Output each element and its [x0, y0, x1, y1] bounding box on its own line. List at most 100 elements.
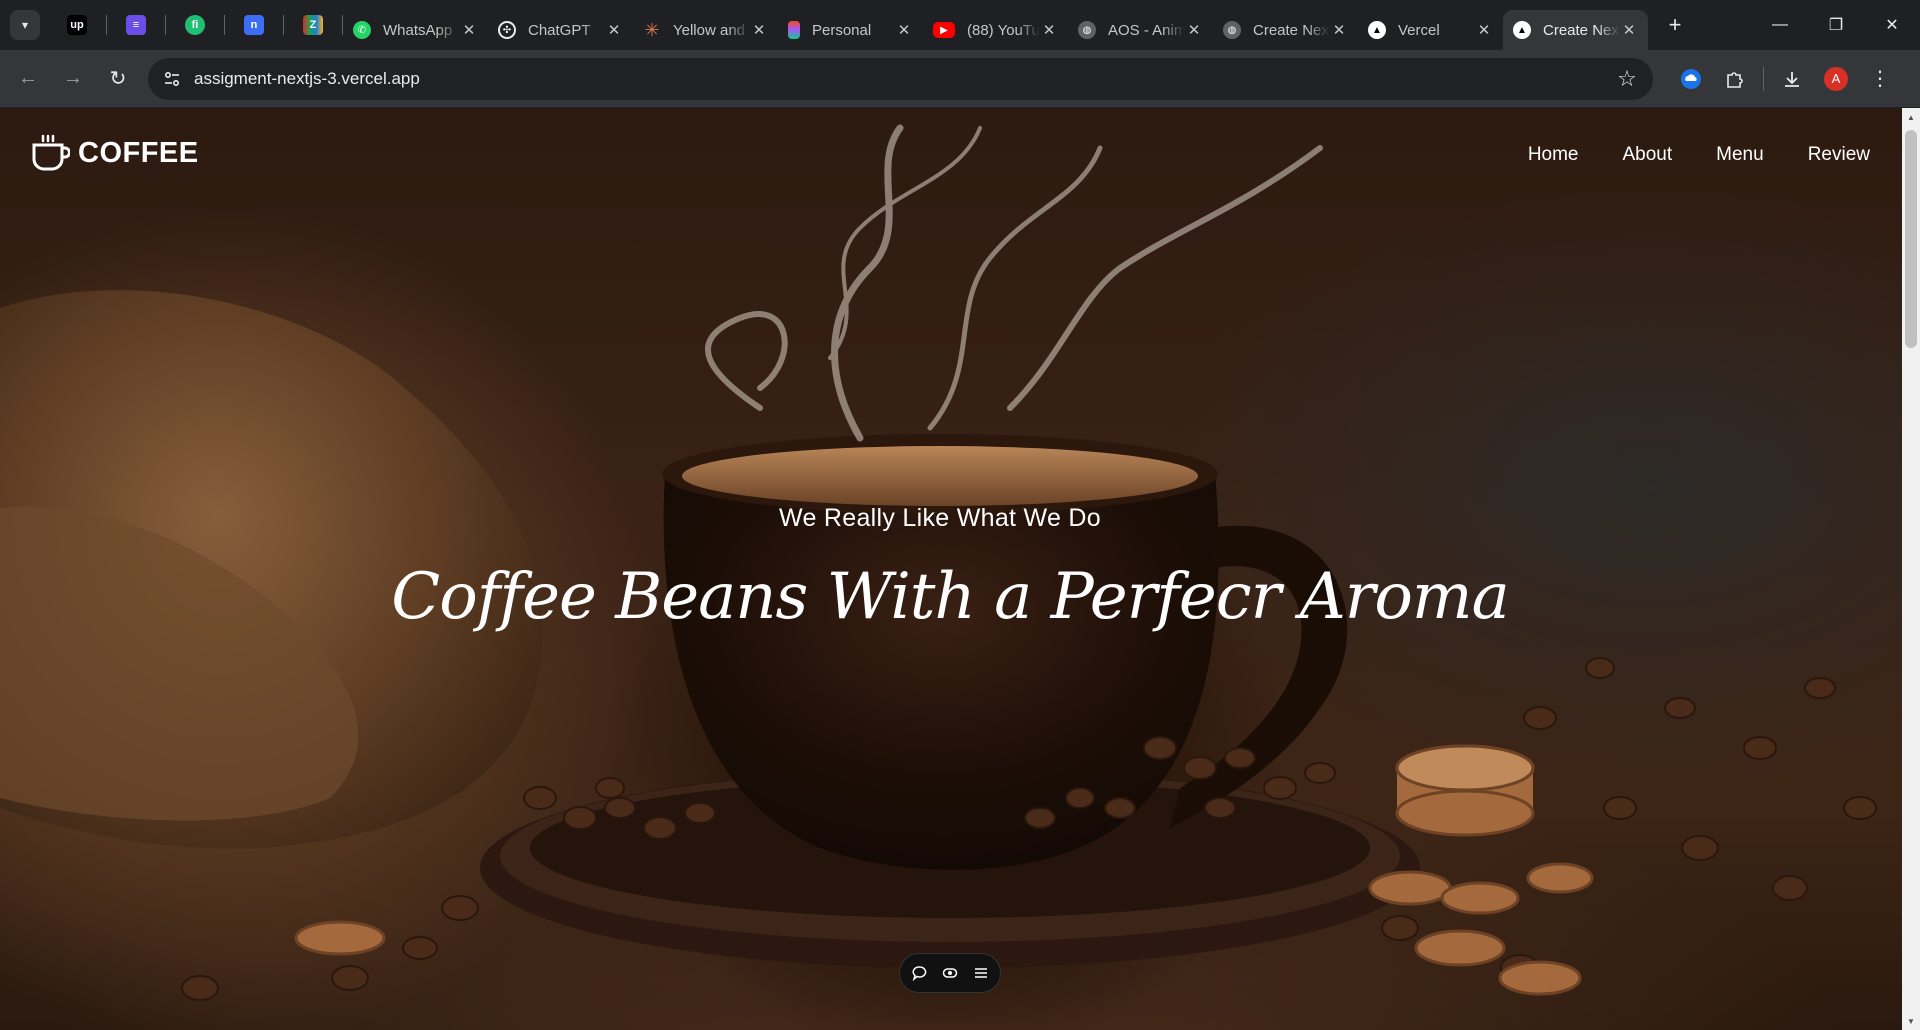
- pinned-tab[interactable]: fi: [166, 8, 224, 42]
- tab-title: (88) YouTube: [967, 21, 1040, 39]
- close-icon[interactable]: ✕: [460, 21, 478, 39]
- reload-icon: ↻: [109, 68, 127, 90]
- eye-icon[interactable]: [939, 962, 961, 984]
- close-icon[interactable]: ✕: [605, 21, 623, 39]
- pinned-tab[interactable]: ≡: [107, 8, 165, 42]
- toolbar-separator: [1763, 66, 1764, 91]
- youtube-icon: ▶: [933, 22, 955, 38]
- list-app-icon: ≡: [126, 15, 146, 35]
- restore-button[interactable]: ❐: [1808, 0, 1864, 50]
- site-info-button[interactable]: [152, 59, 192, 99]
- scroll-down-icon[interactable]: ▼: [1902, 1012, 1920, 1030]
- nav-link-about[interactable]: About: [1623, 144, 1673, 166]
- tab-whatsapp[interactable]: ✆ WhatsApp ✕: [343, 10, 488, 50]
- download-icon: [1785, 71, 1799, 87]
- tab-figma[interactable]: Personal ✕: [778, 10, 923, 50]
- close-icon[interactable]: ✕: [1185, 21, 1203, 39]
- pinned-tab[interactable]: n: [225, 8, 283, 42]
- bookmark-button[interactable]: ☆: [1607, 59, 1647, 99]
- tab-title: AOS - Animate: [1108, 21, 1185, 39]
- vercel-icon: ▲: [1368, 21, 1386, 39]
- pinned-tabs: up ≡ fi n Z: [48, 8, 343, 42]
- tab-title: Yellow and: [673, 21, 746, 39]
- arrow-right-icon: →: [63, 67, 83, 89]
- reload-button[interactable]: ↻: [98, 59, 138, 99]
- tab-title: Personal: [812, 21, 872, 39]
- whatsapp-icon: ✆: [353, 21, 371, 39]
- globe-icon: ◍: [1078, 21, 1096, 39]
- globe-icon: ◍: [1223, 21, 1241, 39]
- page-scrollbar[interactable]: ▲ ▼: [1902, 108, 1920, 1030]
- tab-title: Create Next App: [1253, 21, 1330, 39]
- site-header: COFFEE Home About Menu Review: [0, 108, 1902, 188]
- tab-strip: ▾ up ≡ fi n Z ✆ WhatsApp ✕ ✣ ChatGPT ✕ ✳…: [0, 0, 1920, 50]
- close-icon[interactable]: ✕: [1330, 21, 1348, 39]
- site-logo[interactable]: COFFEE: [30, 133, 199, 173]
- plus-icon: +: [1668, 12, 1682, 37]
- close-icon[interactable]: ✕: [1620, 21, 1638, 39]
- arrow-left-icon: ←: [18, 67, 38, 89]
- tab-chatgpt[interactable]: ✣ ChatGPT ✕: [488, 10, 633, 50]
- tab-list: ✆ WhatsApp ✕ ✣ ChatGPT ✕ ✳ Yellow and ✕ …: [343, 0, 1648, 50]
- hero-title: Coffee Beans With a Perfecr Aroma: [391, 560, 1510, 634]
- page-viewport: COFFEE Home About Menu Review We Really …: [0, 108, 1902, 1030]
- nav-link-home[interactable]: Home: [1528, 144, 1579, 166]
- n-app-icon: n: [244, 15, 264, 35]
- restore-icon: ❐: [1828, 17, 1844, 34]
- menu-icon[interactable]: [970, 962, 992, 984]
- tab-title: Vercel: [1398, 21, 1440, 39]
- profile-button[interactable]: A: [1814, 59, 1858, 99]
- back-button[interactable]: ←: [8, 59, 48, 99]
- nav-link-review[interactable]: Review: [1808, 144, 1870, 166]
- star-icon: ☆: [1617, 65, 1637, 91]
- url-text[interactable]: assigment-nextjs-3.vercel.app: [194, 69, 1607, 89]
- comment-icon[interactable]: [909, 962, 931, 984]
- browser-toolbar: ← → ↻ assigment-nextjs-3.vercel.app ☆ A …: [0, 50, 1920, 108]
- tab-create-next-app[interactable]: ◍ Create Next App ✕: [1213, 10, 1358, 50]
- puzzle-icon: [1727, 71, 1743, 88]
- vercel-icon: ▲: [1513, 21, 1531, 39]
- tab-title: ChatGPT: [528, 21, 591, 39]
- fiverr-icon: fi: [185, 15, 205, 35]
- upwork-icon: up: [67, 15, 87, 35]
- pinned-tab[interactable]: Z: [284, 8, 342, 42]
- tab-active[interactable]: ▲ Create Next App ✕: [1503, 10, 1648, 50]
- brand-name: COFFEE: [78, 136, 199, 169]
- toolbar-actions: A ⋮: [1669, 59, 1902, 99]
- close-window-button[interactable]: ✕: [1864, 0, 1920, 50]
- extensions-menu-button[interactable]: [1713, 59, 1757, 99]
- tab-title: Create Next App: [1543, 21, 1620, 39]
- coffee-cup-icon: [32, 134, 70, 171]
- main-nav: Home About Menu Review: [1484, 144, 1870, 166]
- extension-button[interactable]: [1669, 59, 1713, 99]
- downloads-button[interactable]: [1770, 59, 1814, 99]
- forward-button[interactable]: →: [53, 59, 93, 99]
- scroll-up-icon[interactable]: ▲: [1902, 108, 1920, 126]
- close-icon[interactable]: ✕: [750, 21, 768, 39]
- chevron-down-icon: ▾: [21, 18, 29, 32]
- browser-menu-button[interactable]: ⋮: [1858, 59, 1902, 99]
- cloud-extension-icon: [1681, 68, 1701, 89]
- tab-aos[interactable]: ◍ AOS - Animate ✕: [1068, 10, 1213, 50]
- close-icon: ✕: [1885, 17, 1899, 34]
- pinned-tab[interactable]: up: [48, 8, 106, 42]
- tab-youtube[interactable]: ▶ (88) YouTube ✕: [923, 10, 1068, 50]
- close-icon[interactable]: ✕: [895, 21, 913, 39]
- chatgpt-icon: ✣: [498, 21, 516, 39]
- nav-link-menu[interactable]: Menu: [1716, 144, 1764, 166]
- tab-vercel[interactable]: ▲ Vercel ✕: [1358, 10, 1503, 50]
- window-controls: — ❐ ✕: [1752, 0, 1920, 50]
- avatar: A: [1824, 66, 1848, 91]
- tab-title: WhatsApp: [383, 21, 453, 39]
- close-icon[interactable]: ✕: [1040, 21, 1058, 39]
- address-bar[interactable]: assigment-nextjs-3.vercel.app ☆: [148, 57, 1653, 100]
- zoho-icon: Z: [303, 15, 323, 35]
- scrollbar-thumb[interactable]: [1905, 130, 1917, 348]
- claude-icon: ✳: [644, 19, 660, 40]
- tab-claude[interactable]: ✳ Yellow and ✕: [633, 10, 778, 50]
- minimize-button[interactable]: —: [1752, 0, 1808, 50]
- close-icon[interactable]: ✕: [1475, 21, 1493, 39]
- tab-search-button[interactable]: ▾: [10, 10, 40, 40]
- new-tab-button[interactable]: +: [1660, 10, 1690, 40]
- tune-icon: [164, 71, 180, 86]
